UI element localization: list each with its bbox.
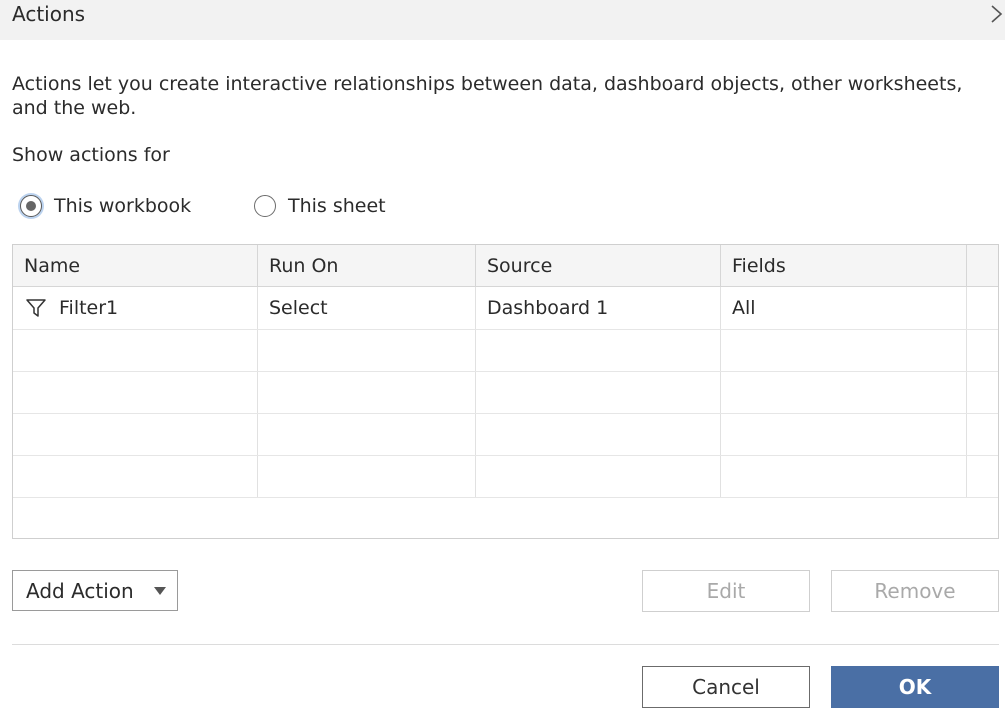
dialog-description: Actions let you create interactive relat…: [12, 73, 963, 119]
radio-this-sheet[interactable]: This sheet: [254, 192, 386, 220]
close-chevron-icon[interactable]: [988, 0, 1005, 28]
add-action-label: Add Action: [26, 578, 134, 603]
row-divider: [13, 329, 998, 330]
cancel-button[interactable]: Cancel: [642, 666, 810, 708]
radio-label-this-workbook: This workbook: [54, 195, 192, 217]
cell-source: Dashboard 1: [487, 297, 609, 319]
column-divider[interactable]: [966, 245, 967, 287]
remove-button[interactable]: Remove: [831, 570, 999, 612]
dialog-titlebar: Actions: [0, 0, 1005, 40]
cell-run-on: Select: [269, 297, 328, 319]
column-header-source[interactable]: Source: [487, 245, 552, 287]
row-divider: [13, 497, 998, 498]
column-divider[interactable]: [475, 245, 476, 287]
actions-dialog: Actions Actions let you create interacti…: [0, 0, 1005, 727]
cell-name: Filter1: [59, 297, 119, 319]
row-divider: [13, 455, 998, 456]
ok-button[interactable]: OK: [831, 666, 999, 708]
actions-table: Name Run On Source Fields Filter1 Select…: [12, 244, 999, 539]
cell-fields: All: [732, 297, 756, 319]
edit-button[interactable]: Edit: [642, 570, 810, 612]
filter-icon: [26, 299, 46, 317]
dialog-title: Actions: [12, 2, 86, 26]
dropdown-caret-icon: [154, 587, 166, 595]
column-divider[interactable]: [257, 245, 258, 287]
radio-this-workbook[interactable]: This workbook: [20, 192, 191, 220]
table-header: Name Run On Source Fields: [13, 245, 998, 287]
radio-unchecked-icon[interactable]: [254, 195, 276, 217]
column-header-name[interactable]: Name: [24, 245, 80, 287]
add-action-dropdown[interactable]: Add Action: [12, 570, 178, 611]
column-divider[interactable]: [720, 245, 721, 287]
footer-divider: [12, 644, 999, 645]
show-actions-for-label: Show actions for: [12, 144, 170, 166]
radio-checked-icon[interactable]: [20, 195, 42, 217]
column-header-run-on[interactable]: Run On: [269, 245, 338, 287]
row-divider: [13, 371, 998, 372]
radio-label-this-sheet: This sheet: [288, 195, 386, 217]
table-row[interactable]: Filter1 Select Dashboard 1 All: [13, 287, 998, 329]
column-header-fields[interactable]: Fields: [732, 245, 786, 287]
row-divider: [13, 413, 998, 414]
